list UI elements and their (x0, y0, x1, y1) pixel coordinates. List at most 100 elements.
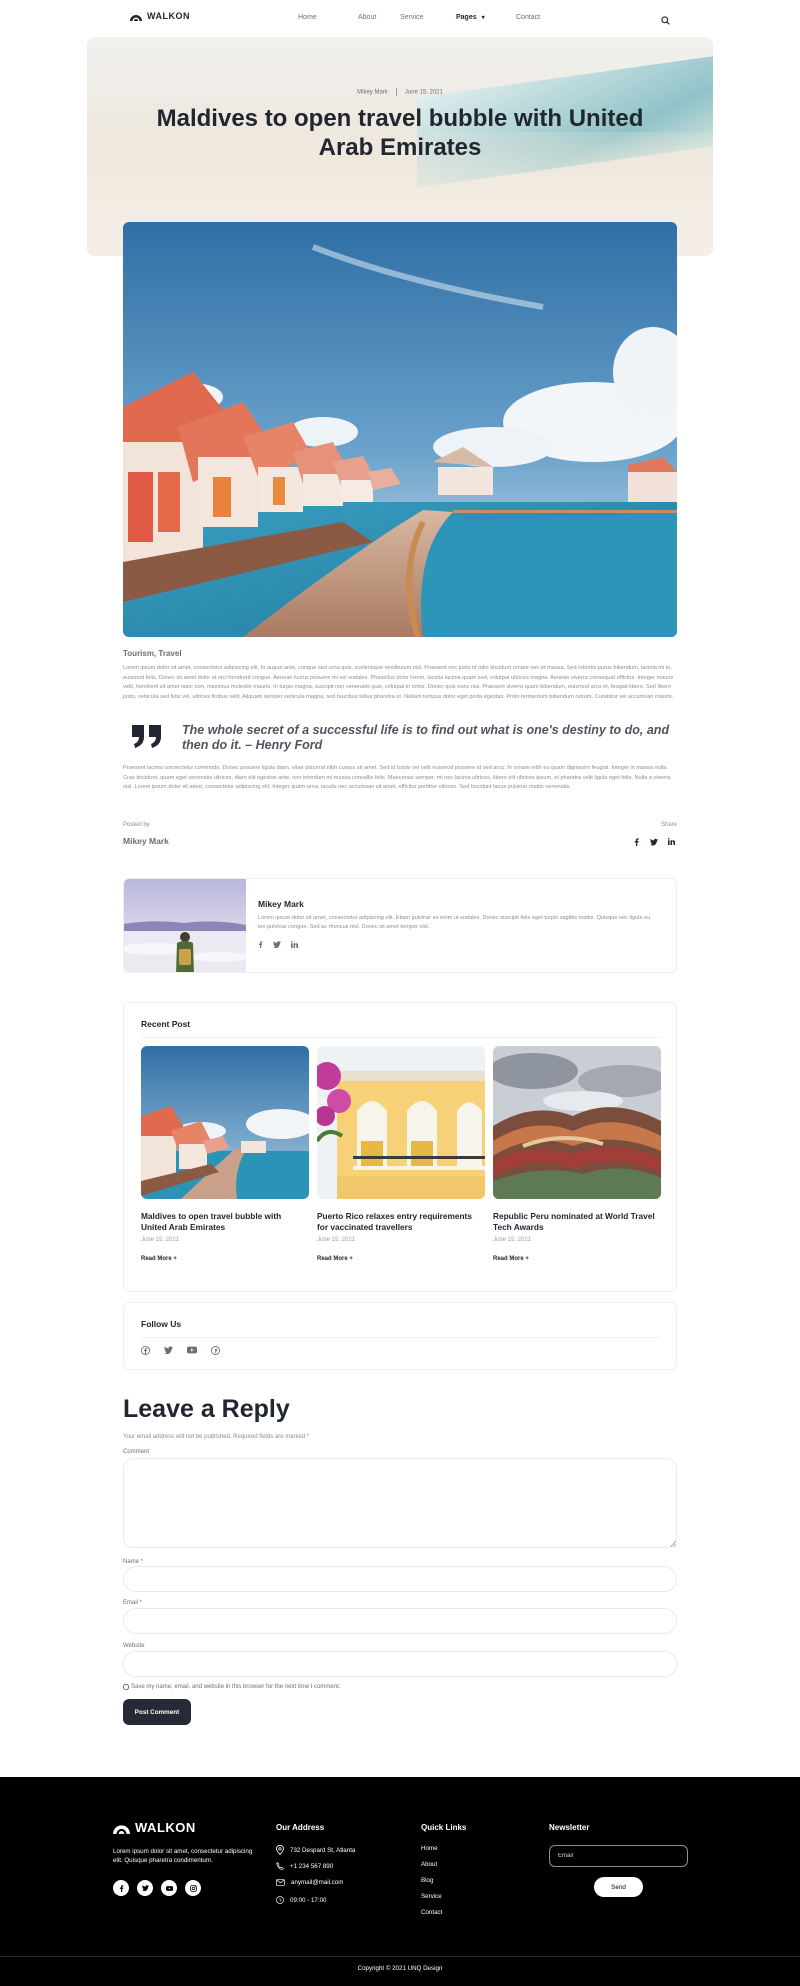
footer-link-contact[interactable]: Contact (421, 1909, 442, 1916)
hours-text: 09:00 - 17:00 (290, 1896, 327, 1904)
page-title: Maldives to open travel bubble with Unit… (156, 105, 644, 161)
twitter-icon[interactable] (273, 941, 281, 948)
author-social (258, 941, 298, 948)
divider (141, 1037, 661, 1038)
phone-icon (276, 1862, 284, 1870)
recent-post-date: June 15, 2021 (493, 1237, 532, 1243)
read-more-link[interactable]: Read More + (317, 1256, 485, 1262)
twitter-icon[interactable] (164, 1346, 173, 1354)
share-label: Share (660, 822, 677, 828)
comment-field[interactable] (123, 1458, 677, 1548)
mail-icon (276, 1879, 285, 1886)
facebook-icon[interactable] (141, 1346, 150, 1355)
twitter-button[interactable] (137, 1880, 153, 1896)
save-info-label: Save my name, email, and website in this… (131, 1684, 341, 1690)
recent-post-title[interactable]: Maldives to open travel bubble with Unit… (141, 1211, 309, 1233)
nav-item-pages[interactable]: Pages ▾ (456, 14, 485, 21)
footer-divider (0, 1956, 800, 1957)
youtube-icon[interactable] (187, 1346, 197, 1354)
clock-icon (276, 1896, 284, 1904)
post-author[interactable]: Mikey Mark (357, 90, 388, 96)
recent-post-card[interactable]: Republic Peru nominated at World Travel … (493, 1046, 661, 1262)
read-more-link[interactable]: Read More + (141, 1256, 309, 1262)
name-label: Name * (123, 1559, 144, 1565)
footer-link-blog[interactable]: Blog (421, 1877, 433, 1884)
follow-widget: Follow Us (123, 1302, 677, 1370)
site-footer: WALKON Lorem ipsum dolor sit amet, conse… (0, 1777, 800, 1986)
author-name[interactable]: Mikey Mark (258, 899, 304, 909)
contact-hours: 09:00 - 17:00 (276, 1896, 326, 1904)
website-field[interactable] (123, 1651, 677, 1677)
comment-label: Comment (123, 1449, 150, 1455)
footer-social (113, 1880, 201, 1896)
follow-icons (141, 1346, 220, 1355)
contact-phone[interactable]: +1 234 567 890 (276, 1862, 333, 1870)
nav-item-contact[interactable]: Contact (516, 14, 540, 21)
instagram-button[interactable] (185, 1880, 201, 1896)
logo[interactable]: WALKON (130, 11, 190, 21)
nav-item-service[interactable]: Service (400, 14, 423, 21)
twitter-icon[interactable] (650, 838, 658, 846)
follow-title: Follow Us (141, 1319, 182, 1329)
email-text: anymail@mail.com (291, 1879, 344, 1886)
quick-links-title: Quick Links (421, 1823, 467, 1832)
address-title: Our Address (276, 1823, 325, 1832)
footer-link-about[interactable]: About (421, 1861, 437, 1868)
resize-grip-icon[interactable] (669, 1540, 676, 1547)
save-info-checkbox[interactable] (123, 1684, 129, 1690)
recent-post-date: June 15, 2021 (141, 1237, 180, 1243)
phone-text: +1 234 567 890 (290, 1862, 334, 1870)
nav-item-home[interactable]: Home (298, 14, 317, 21)
pinterest-icon[interactable] (211, 1346, 220, 1355)
nav-item-about[interactable]: About (358, 14, 376, 21)
newsletter-send-button[interactable]: Send (594, 1877, 643, 1897)
recent-post-title[interactable]: Puerto Rico relaxes entry requirements f… (317, 1211, 485, 1233)
divider (141, 1337, 661, 1338)
email-field[interactable] (123, 1608, 677, 1634)
recent-post-title[interactable]: Republic Peru nominated at World Travel … (493, 1211, 661, 1233)
linkedin-icon[interactable] (291, 941, 298, 948)
posted-by-label: Posted by (123, 822, 150, 828)
posted-by-name[interactable]: Mikey Mark (123, 836, 169, 846)
recent-post-image[interactable] (141, 1046, 309, 1199)
quote-icon (130, 723, 164, 754)
footer-logo[interactable]: WALKON (113, 1820, 196, 1835)
footer-link-service[interactable]: Service (421, 1893, 442, 1900)
twitter-icon (141, 1885, 149, 1891)
recent-post-image[interactable] (493, 1046, 661, 1199)
logo-icon (113, 1825, 130, 1834)
nav-item-pages-label: Pages (456, 14, 477, 21)
website-label: Website (123, 1643, 145, 1649)
newsletter-email-input[interactable] (549, 1845, 688, 1867)
youtube-button[interactable] (161, 1880, 177, 1896)
author-card: Mikey Mark Lorem ipsum dolor sit amet, c… (123, 878, 677, 973)
name-field[interactable] (123, 1566, 677, 1592)
recent-posts-title: Recent Post (141, 1019, 191, 1029)
chevron-down-icon: ▾ (481, 15, 485, 21)
recent-post-image[interactable] (317, 1046, 485, 1199)
search-button[interactable] (661, 12, 670, 30)
post-categories[interactable]: Tourism, Travel (123, 649, 182, 658)
post-meta: Mikey Mark June 15, 2021 (0, 88, 800, 96)
facebook-icon[interactable] (633, 838, 640, 846)
read-more-link[interactable]: Read More + (493, 1256, 661, 1262)
reply-note: Your email address will not be published… (123, 1434, 310, 1440)
author-photo (124, 879, 249, 972)
post-comment-button[interactable]: Post Comment (123, 1699, 191, 1725)
linkedin-icon[interactable] (668, 838, 675, 845)
recent-post-card[interactable]: Maldives to open travel bubble with Unit… (141, 1046, 309, 1262)
facebook-icon (119, 1884, 123, 1892)
location-icon (276, 1845, 284, 1855)
recent-post-date: June 15, 2021 (317, 1237, 356, 1243)
author-bio: Lorem ipsum dolor sit amet, consectetur … (258, 915, 651, 930)
newsletter-title: Newsletter (549, 1823, 590, 1832)
contact-email[interactable]: anymail@mail.com (276, 1879, 343, 1886)
recent-post-card[interactable]: Puerto Rico relaxes entry requirements f… (317, 1046, 485, 1262)
footer-link-home[interactable]: Home (421, 1845, 438, 1852)
facebook-button[interactable] (113, 1880, 129, 1896)
footer-about: Lorem ipsum dolor sit amet, consectetur … (113, 1848, 253, 1864)
search-icon (661, 16, 670, 25)
facebook-icon[interactable] (258, 941, 263, 948)
meta-divider (395, 88, 397, 96)
youtube-icon (165, 1885, 173, 1891)
